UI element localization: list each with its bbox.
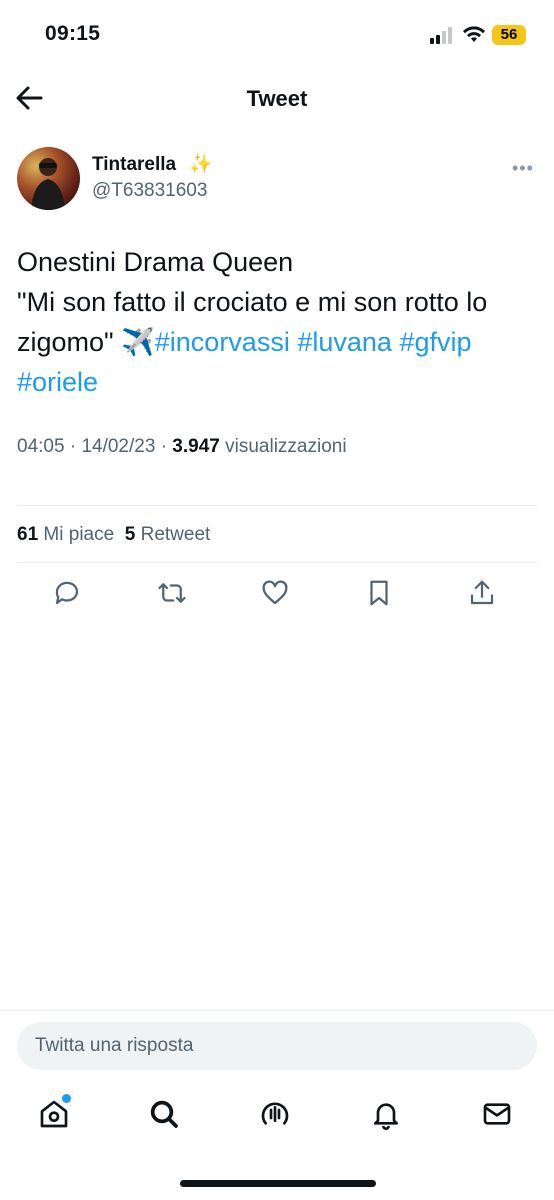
tweet-quote-line: "Mi son fatto il crociato e mi son rotto… [17,282,537,402]
views-count: 3.947 [172,436,220,457]
home-indicator [180,1180,376,1187]
notification-dot [62,1094,71,1103]
tweet-date: 14/02/23 [81,436,156,457]
meta-separator: · [69,436,77,457]
messages-icon[interactable] [481,1098,517,1134]
meta-separator: · [160,436,168,457]
signal-icon [430,26,456,44]
spaces-icon[interactable] [259,1098,295,1134]
likes-count: 61 [17,524,39,545]
author-name[interactable]: Tintarella [92,154,176,176]
reply-icon[interactable] [52,578,84,610]
divider [17,562,537,563]
page-title: Tweet [246,86,308,111]
reply-input[interactable] [17,1022,537,1070]
notifications-icon[interactable] [370,1098,406,1134]
more-options-icon[interactable]: ••• [512,158,534,179]
hashtag-luvana[interactable]: #luvana [297,327,392,357]
hashtag-incorvassi[interactable]: #incorvassi [155,327,290,357]
retweets-count: 5 [124,524,136,545]
sparkle-emoji: ✨ [189,154,213,175]
hashtag-oriele[interactable]: #oriele [17,367,98,397]
airplane-emoji: ✈️ [121,327,155,357]
home-icon[interactable] [38,1098,74,1134]
like-icon[interactable] [260,578,292,610]
tweet-stats[interactable]: 61 Mi piace 5 Retweet [17,524,210,546]
views-label: visualizzazioni [225,436,347,457]
author-handle[interactable]: @T63831603 [92,180,207,202]
tweet-time: 04:05 [17,436,65,457]
wifi-icon [462,24,486,44]
tweet-line: Onestini Drama Queen [17,247,294,277]
tweet-meta: 04:05 · 14/02/23 · 3.947 visualizzazioni [17,436,347,458]
tweet-text: Onestini Drama Queen "Mi son fatto il cr… [17,242,537,402]
search-icon[interactable] [148,1098,184,1134]
battery-indicator: 56 [492,25,526,45]
divider [0,1010,554,1011]
likes-label: Mi piace [43,524,115,545]
retweets-label: Retweet [140,524,211,545]
hashtag-gfvip[interactable]: #gfvip [399,327,471,357]
share-icon[interactable] [467,578,499,610]
retweet-icon[interactable] [157,578,189,610]
divider [17,505,537,506]
bookmark-icon[interactable] [364,578,396,610]
status-time: 09:15 [45,22,101,45]
avatar[interactable] [17,147,80,210]
